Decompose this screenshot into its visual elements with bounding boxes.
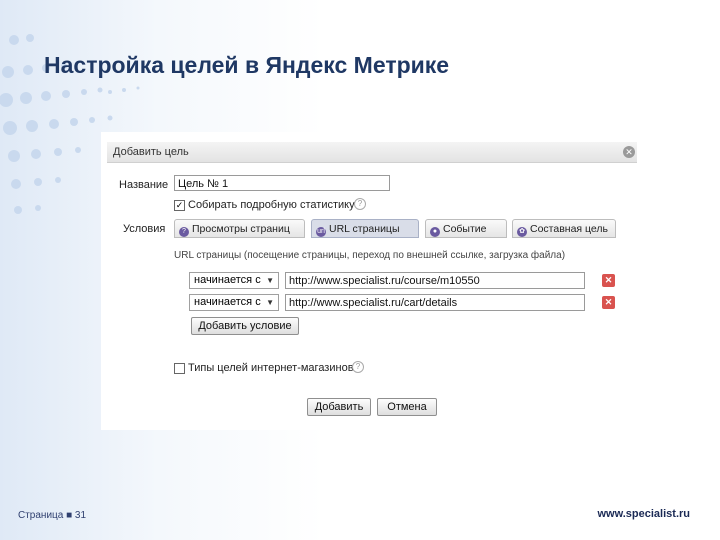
slide-title: Настройка целей в Яндекс Метрике (44, 52, 450, 78)
dialog-header: Добавить цель ✕ (107, 142, 637, 163)
condition-operator-select[interactable]: начинается с ▼ (189, 294, 279, 311)
delete-condition-icon[interactable]: ✕ (602, 274, 615, 287)
cancel-button[interactable]: Отмена (377, 398, 437, 416)
pageviews-icon: ? (179, 227, 189, 237)
name-label: Название (119, 179, 169, 191)
tab-event[interactable]: ● Событие (425, 219, 507, 238)
help-icon[interactable]: ? (352, 361, 364, 373)
ecommerce-label: Типы целей интернет-магазинов (188, 362, 354, 374)
dialog-title: Добавить цель (113, 146, 189, 158)
goal-name-input[interactable]: Цель № 1 (174, 175, 390, 191)
url-hint: URL страницы (посещение страницы, перехо… (174, 250, 566, 261)
url-icon: url (316, 227, 326, 237)
tab-composite[interactable]: ✿ Составная цель (512, 219, 616, 238)
chevron-down-icon: ▼ (266, 276, 274, 285)
close-icon[interactable]: ✕ (623, 146, 635, 158)
tab-url[interactable]: url URL страницы (311, 219, 419, 238)
submit-button[interactable]: Добавить (307, 398, 371, 416)
chevron-down-icon: ▼ (266, 298, 274, 307)
detailed-stats-checkbox[interactable]: ✓ (174, 200, 185, 211)
select-value: начинается с (194, 274, 261, 286)
condition-tabs: ? Просмотры страниц url URL страницы ● Собы… (174, 219, 616, 239)
detailed-stats-label: Собирать подробную статистику (188, 199, 355, 211)
event-icon: ● (430, 227, 440, 237)
condition-operator-select[interactable]: начинается с ▼ (189, 272, 279, 289)
website-url: www.specialist.ru (597, 508, 690, 520)
goal-dialog-screenshot: Добавить цель ✕ Название Цель № 1 ✓ Соби… (101, 132, 639, 430)
condition-url-input[interactable]: http://www.specialist.ru/course/m10550 (285, 272, 585, 289)
tab-label: URL страницы (329, 223, 400, 235)
delete-condition-icon[interactable]: ✕ (602, 296, 615, 309)
tab-pageviews[interactable]: ? Просмотры страниц (174, 219, 305, 238)
ecommerce-checkbox[interactable] (174, 363, 185, 374)
help-icon[interactable]: ? (354, 198, 366, 210)
select-value: начинается с (194, 296, 261, 308)
tab-label: Составная цель (530, 223, 609, 235)
composite-goal-icon: ✿ (517, 227, 527, 237)
page-number: Страница ■ 31 (18, 510, 87, 521)
tab-label: Просмотры страниц (192, 223, 290, 235)
condition-url-input[interactable]: http://www.specialist.ru/cart/details (285, 294, 585, 311)
tab-label: Событие (443, 223, 487, 235)
conditions-label: Условия (123, 223, 166, 235)
add-condition-button[interactable]: Добавить условие (191, 317, 299, 335)
